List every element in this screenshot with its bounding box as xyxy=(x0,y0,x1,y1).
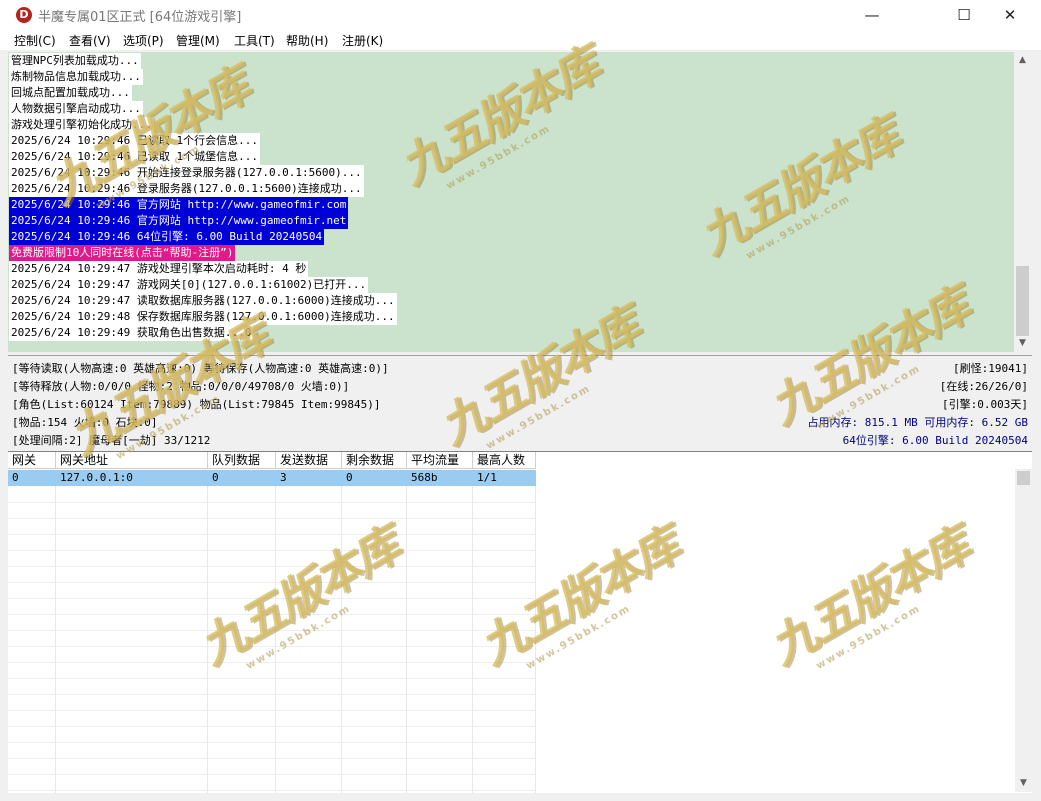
log-scrollbar[interactable]: ▲ ▼ xyxy=(1014,52,1031,352)
menu-help[interactable]: 帮助(H) xyxy=(286,32,328,49)
grid-column-line xyxy=(207,486,208,793)
log-line: 回城点配置加载成功... xyxy=(9,85,132,101)
log-line: 2025/6/24 10:29:46 已读取 1个城堡信息... xyxy=(9,149,260,165)
log-line: 炼制物品信息加载成功... xyxy=(9,69,143,85)
title-bar[interactable]: D 半魔专属01区正式 [64位游戏引擎] — ☐ ✕ xyxy=(0,0,1041,30)
table-cell: 127.0.0.1:0 xyxy=(60,471,133,484)
grid-column-line xyxy=(341,486,342,793)
grid-row-line xyxy=(8,550,536,551)
log-line: 2025/6/24 10:29:46 官方网站 http://www.gameo… xyxy=(9,197,349,213)
grid-scroll-down-arrow-icon[interactable]: ▼ xyxy=(1015,775,1032,792)
table-cell: 0 xyxy=(346,471,353,484)
status-interval: [处理间隔:2] 魔母者[一劫] 33/1212 xyxy=(12,434,211,447)
grid-row-line xyxy=(8,710,536,711)
log-line: 2025/6/24 10:29:46 开始连接登录服务器(127.0.0.1:5… xyxy=(9,165,364,181)
menu-tools[interactable]: 工具(T) xyxy=(234,32,275,49)
status-wait-release: [等待释放(人物:0/0/0 怪物:2 物品:0/0/0/49708/0 火墙:… xyxy=(12,380,350,393)
log-line: 2025/6/24 10:29:46 登录服务器(127.0.0.1:5600)… xyxy=(9,181,364,197)
scroll-up-arrow-icon[interactable]: ▲ xyxy=(1014,52,1031,69)
grid-row-line xyxy=(8,614,536,615)
log-line: 游戏处理引擎初始化成功... xyxy=(9,117,154,133)
scroll-down-arrow-icon[interactable]: ▼ xyxy=(1014,335,1031,352)
table-cell: 3 xyxy=(280,471,287,484)
column-header[interactable]: 平均流量 xyxy=(407,452,473,469)
gateway-grid[interactable]: 网关 网关地址 队列数据 发送数据 剩余数据 平均流量 最高人数 0 127.0.0.1:0 0 3… xyxy=(8,451,1032,793)
menu-control[interactable]: 控制(C) xyxy=(14,32,56,49)
grid-row-line xyxy=(8,566,536,567)
app-logo-icon: D xyxy=(16,7,32,23)
log-line: 2025/6/24 10:29:49 获取角色出售数据...0 xyxy=(9,325,254,341)
grid-column-line xyxy=(55,486,56,793)
grid-column-line xyxy=(406,486,407,793)
status-online: [在线:26/26/0] xyxy=(939,380,1028,393)
menu-manage[interactable]: 管理(M) xyxy=(176,32,220,49)
column-header[interactable]: 剩余数据 xyxy=(342,452,407,469)
grid-row-line xyxy=(8,518,536,519)
status-role-items: [角色(List:60124 Item:79889) 物品(List:79845… xyxy=(12,398,381,411)
grid-row-line xyxy=(8,742,536,743)
grid-row-line xyxy=(8,502,536,503)
grid-row-line xyxy=(8,790,536,791)
column-header[interactable]: 队列数据 xyxy=(208,452,276,469)
server-window: D 半魔专属01区正式 [64位游戏引擎] — ☐ ✕ 控制(C) 查看(V) … xyxy=(0,0,1041,801)
grid-scrollbar[interactable]: ▼ xyxy=(1015,469,1032,792)
grid-row-line xyxy=(8,582,536,583)
log-line: 管理NPC列表加载成功... xyxy=(9,53,141,69)
menu-view[interactable]: 查看(V) xyxy=(69,32,111,49)
scroll-thumb[interactable] xyxy=(1016,266,1029,336)
log-line: 2025/6/24 10:29:46 官方网站 http://www.gameo… xyxy=(9,213,349,229)
table-cell: 1/1 xyxy=(477,471,497,484)
column-header[interactable]: 网关地址 xyxy=(56,452,208,469)
grid-row-line xyxy=(8,774,536,775)
table-cell: 568b xyxy=(411,471,438,484)
close-button[interactable]: ✕ xyxy=(987,0,1033,30)
grid-row-line xyxy=(8,534,536,535)
status-wait-read: [等待读取(人物高速:0 英雄高速:0) 等待保存(人物高速:0 英雄高速:0)… xyxy=(12,362,389,375)
menu-options[interactable]: 选项(P) xyxy=(123,32,164,49)
table-cell: 0 xyxy=(212,471,219,484)
column-header[interactable]: 网关 xyxy=(8,452,56,469)
maximize-button[interactable]: ☐ xyxy=(941,0,987,30)
grid-column-line xyxy=(535,486,536,793)
status-memory: 占用内存: 815.1 MB 可用内存: 6.52 GB xyxy=(807,416,1028,429)
grid-row-line xyxy=(8,662,536,663)
grid-column-line xyxy=(472,486,473,793)
minimize-button[interactable]: — xyxy=(849,0,895,30)
log-line: 免费版限制10人同时在线(点击“帮助-注册”) xyxy=(9,245,236,261)
log-line: 2025/6/24 10:29:47 读取数据库服务器(127.0.0.1:60… xyxy=(9,293,397,309)
grid-row-line xyxy=(8,630,536,631)
log-line: 2025/6/24 10:29:48 保存数据库服务器(127.0.0.1:60… xyxy=(9,309,397,325)
log-panel[interactable]: 管理NPC列表加载成功... 炼制物品信息加载成功... 回城点配置加载成功... 人… xyxy=(8,52,1014,352)
grid-row-line xyxy=(8,678,536,679)
status-monster-refresh: [刷怪:19041] xyxy=(953,362,1028,375)
status-engine-version: 64位引擎: 6.00 Build 20240504 xyxy=(842,434,1028,447)
status-items-firewall: [物品:154 火墙:0 石块:0] xyxy=(12,416,158,429)
menu-register[interactable]: 注册(K) xyxy=(342,32,383,49)
log-line: 2025/6/24 10:29:46 已读取 1个行会信息... xyxy=(9,133,260,149)
log-line: 2025/6/24 10:29:47 游戏处理引擎本次启动耗时: 4 秒 xyxy=(9,261,309,277)
status-panel: [等待读取(人物高速:0 英雄高速:0) 等待保存(人物高速:0 英雄高速:0)… xyxy=(8,355,1032,450)
log-line: 人物数据引擎启动成功... xyxy=(9,101,143,117)
column-header[interactable]: 发送数据 xyxy=(276,452,342,469)
menu-bar: 控制(C) 查看(V) 选项(P) 管理(M) 工具(T) 帮助(H) 注册(K… xyxy=(0,30,1041,50)
table-cell: 0 xyxy=(12,471,19,484)
status-engine-uptime: [引擎:0.003天] xyxy=(942,398,1028,411)
grid-row-line xyxy=(8,646,536,647)
log-line: 2025/6/24 10:29:47 游戏网关[0](127.0.0.1:610… xyxy=(9,277,369,293)
window-title: 半魔专属01区正式 [64位游戏引擎] xyxy=(38,10,242,25)
grid-row-line xyxy=(8,758,536,759)
grid-row-line xyxy=(8,726,536,727)
log-line: 2025/6/24 10:29:46 64位引擎: 6.00 Build 202… xyxy=(9,229,325,245)
column-header[interactable]: 最高人数 xyxy=(473,452,536,469)
grid-row-line xyxy=(8,694,536,695)
grid-scroll-thumb[interactable] xyxy=(1017,471,1030,485)
grid-row-line xyxy=(8,598,536,599)
grid-column-line xyxy=(275,486,276,793)
